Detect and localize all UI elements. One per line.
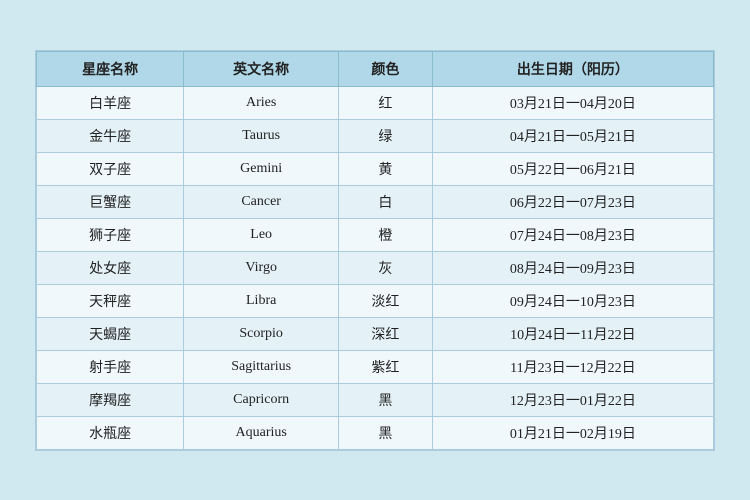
cell-english-name: Aries — [184, 86, 339, 119]
cell-birth-dates: 03月21日一04月20日 — [432, 86, 713, 119]
cell-english-name: Leo — [184, 218, 339, 251]
cell-english-name: Capricorn — [184, 383, 339, 416]
table-row: 巨蟹座Cancer白06月22日一07月23日 — [37, 185, 714, 218]
cell-color: 黄 — [339, 152, 433, 185]
cell-chinese-name: 处女座 — [37, 251, 184, 284]
table-row: 狮子座Leo橙07月24日一08月23日 — [37, 218, 714, 251]
cell-chinese-name: 摩羯座 — [37, 383, 184, 416]
cell-chinese-name: 天蝎座 — [37, 317, 184, 350]
cell-color: 黑 — [339, 383, 433, 416]
zodiac-table-wrapper: 星座名称 英文名称 颜色 出生日期（阳历） 白羊座Aries红03月21日一04… — [35, 50, 715, 451]
cell-color: 绿 — [339, 119, 433, 152]
table-row: 白羊座Aries红03月21日一04月20日 — [37, 86, 714, 119]
cell-color: 黑 — [339, 416, 433, 449]
cell-birth-dates: 06月22日一07月23日 — [432, 185, 713, 218]
cell-color: 灰 — [339, 251, 433, 284]
cell-chinese-name: 水瓶座 — [37, 416, 184, 449]
table-header-row: 星座名称 英文名称 颜色 出生日期（阳历） — [37, 51, 714, 86]
cell-chinese-name: 天秤座 — [37, 284, 184, 317]
table-row: 天秤座Libra淡红09月24日一10月23日 — [37, 284, 714, 317]
cell-english-name: Virgo — [184, 251, 339, 284]
cell-birth-dates: 04月21日一05月21日 — [432, 119, 713, 152]
cell-chinese-name: 射手座 — [37, 350, 184, 383]
zodiac-table: 星座名称 英文名称 颜色 出生日期（阳历） 白羊座Aries红03月21日一04… — [36, 51, 714, 450]
cell-english-name: Aquarius — [184, 416, 339, 449]
table-row: 处女座Virgo灰08月24日一09月23日 — [37, 251, 714, 284]
cell-birth-dates: 10月24日一11月22日 — [432, 317, 713, 350]
cell-color: 淡红 — [339, 284, 433, 317]
cell-english-name: Scorpio — [184, 317, 339, 350]
cell-chinese-name: 巨蟹座 — [37, 185, 184, 218]
cell-english-name: Taurus — [184, 119, 339, 152]
table-body: 白羊座Aries红03月21日一04月20日金牛座Taurus绿04月21日一0… — [37, 86, 714, 449]
cell-english-name: Sagittarius — [184, 350, 339, 383]
cell-birth-dates: 05月22日一06月21日 — [432, 152, 713, 185]
table-row: 摩羯座Capricorn黑12月23日一01月22日 — [37, 383, 714, 416]
cell-color: 白 — [339, 185, 433, 218]
table-row: 天蝎座Scorpio深红10月24日一11月22日 — [37, 317, 714, 350]
cell-chinese-name: 白羊座 — [37, 86, 184, 119]
cell-birth-dates: 09月24日一10月23日 — [432, 284, 713, 317]
cell-color: 紫红 — [339, 350, 433, 383]
cell-color: 深红 — [339, 317, 433, 350]
cell-english-name: Cancer — [184, 185, 339, 218]
cell-color: 红 — [339, 86, 433, 119]
table-row: 射手座Sagittarius紫红11月23日一12月22日 — [37, 350, 714, 383]
header-color: 颜色 — [339, 51, 433, 86]
cell-birth-dates: 01月21日一02月19日 — [432, 416, 713, 449]
cell-birth-dates: 08月24日一09月23日 — [432, 251, 713, 284]
header-chinese-name: 星座名称 — [37, 51, 184, 86]
cell-english-name: Libra — [184, 284, 339, 317]
cell-birth-dates: 11月23日一12月22日 — [432, 350, 713, 383]
cell-birth-dates: 07月24日一08月23日 — [432, 218, 713, 251]
table-row: 金牛座Taurus绿04月21日一05月21日 — [37, 119, 714, 152]
cell-english-name: Gemini — [184, 152, 339, 185]
cell-birth-dates: 12月23日一01月22日 — [432, 383, 713, 416]
table-row: 水瓶座Aquarius黑01月21日一02月19日 — [37, 416, 714, 449]
header-birth-date: 出生日期（阳历） — [432, 51, 713, 86]
cell-chinese-name: 金牛座 — [37, 119, 184, 152]
cell-chinese-name: 双子座 — [37, 152, 184, 185]
cell-color: 橙 — [339, 218, 433, 251]
cell-chinese-name: 狮子座 — [37, 218, 184, 251]
header-english-name: 英文名称 — [184, 51, 339, 86]
table-row: 双子座Gemini黄05月22日一06月21日 — [37, 152, 714, 185]
